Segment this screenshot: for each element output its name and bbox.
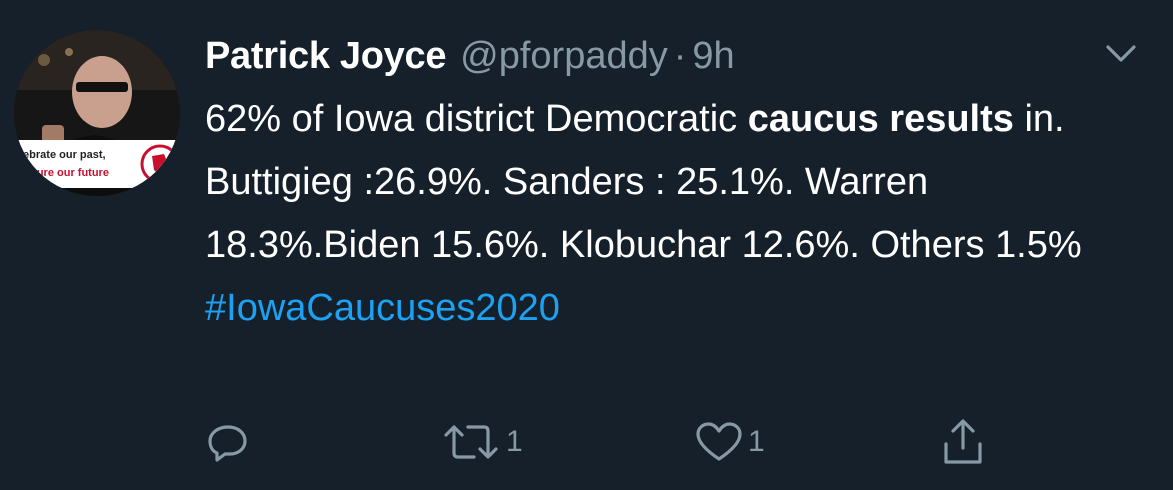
tweet-text-bold: results [889, 98, 1014, 140]
heart-icon [696, 422, 742, 461]
separator-dot: · [673, 34, 687, 77]
share-icon [944, 419, 982, 464]
display-name[interactable]: Patrick Joyce [205, 35, 446, 78]
like-count: 1 [748, 425, 765, 458]
timestamp[interactable]: 9h [692, 35, 734, 78]
avatar-banner-line1: lebrate our past, [20, 149, 106, 161]
retweet-button[interactable]: 1 [440, 412, 523, 472]
avatar-banner-line2: nsure our future [24, 167, 109, 179]
reply-icon [208, 425, 247, 462]
tweet-text-part: 62% of Iowa district Democratic [205, 98, 748, 140]
tweet-card[interactable]: lebrate our past, nsure our future Patri… [0, 0, 1173, 490]
user-handle[interactable]: @pforpaddy [460, 35, 668, 78]
like-button[interactable]: 1 [694, 412, 765, 472]
avatar[interactable]: lebrate our past, nsure our future [14, 30, 180, 196]
tweet-actions: 1 1 [0, 412, 1173, 472]
tweet-text-part [879, 98, 890, 140]
hashtag-link[interactable]: #IowaCaucuses2020 [205, 287, 560, 329]
reply-button[interactable] [205, 412, 251, 472]
share-button[interactable] [940, 412, 986, 472]
chevron-down-icon[interactable] [1100, 38, 1142, 68]
retweet-icon [444, 425, 498, 459]
retweet-count: 1 [506, 425, 523, 458]
tweet-header: Patrick Joyce @pforpaddy · 9h [205, 30, 735, 82]
tweet-text-bold: caucus [747, 98, 879, 140]
avatar-image: lebrate our past, nsure our future [14, 30, 180, 196]
tweet-text: 62% of Iowa district Democratic caucus r… [205, 88, 1105, 340]
